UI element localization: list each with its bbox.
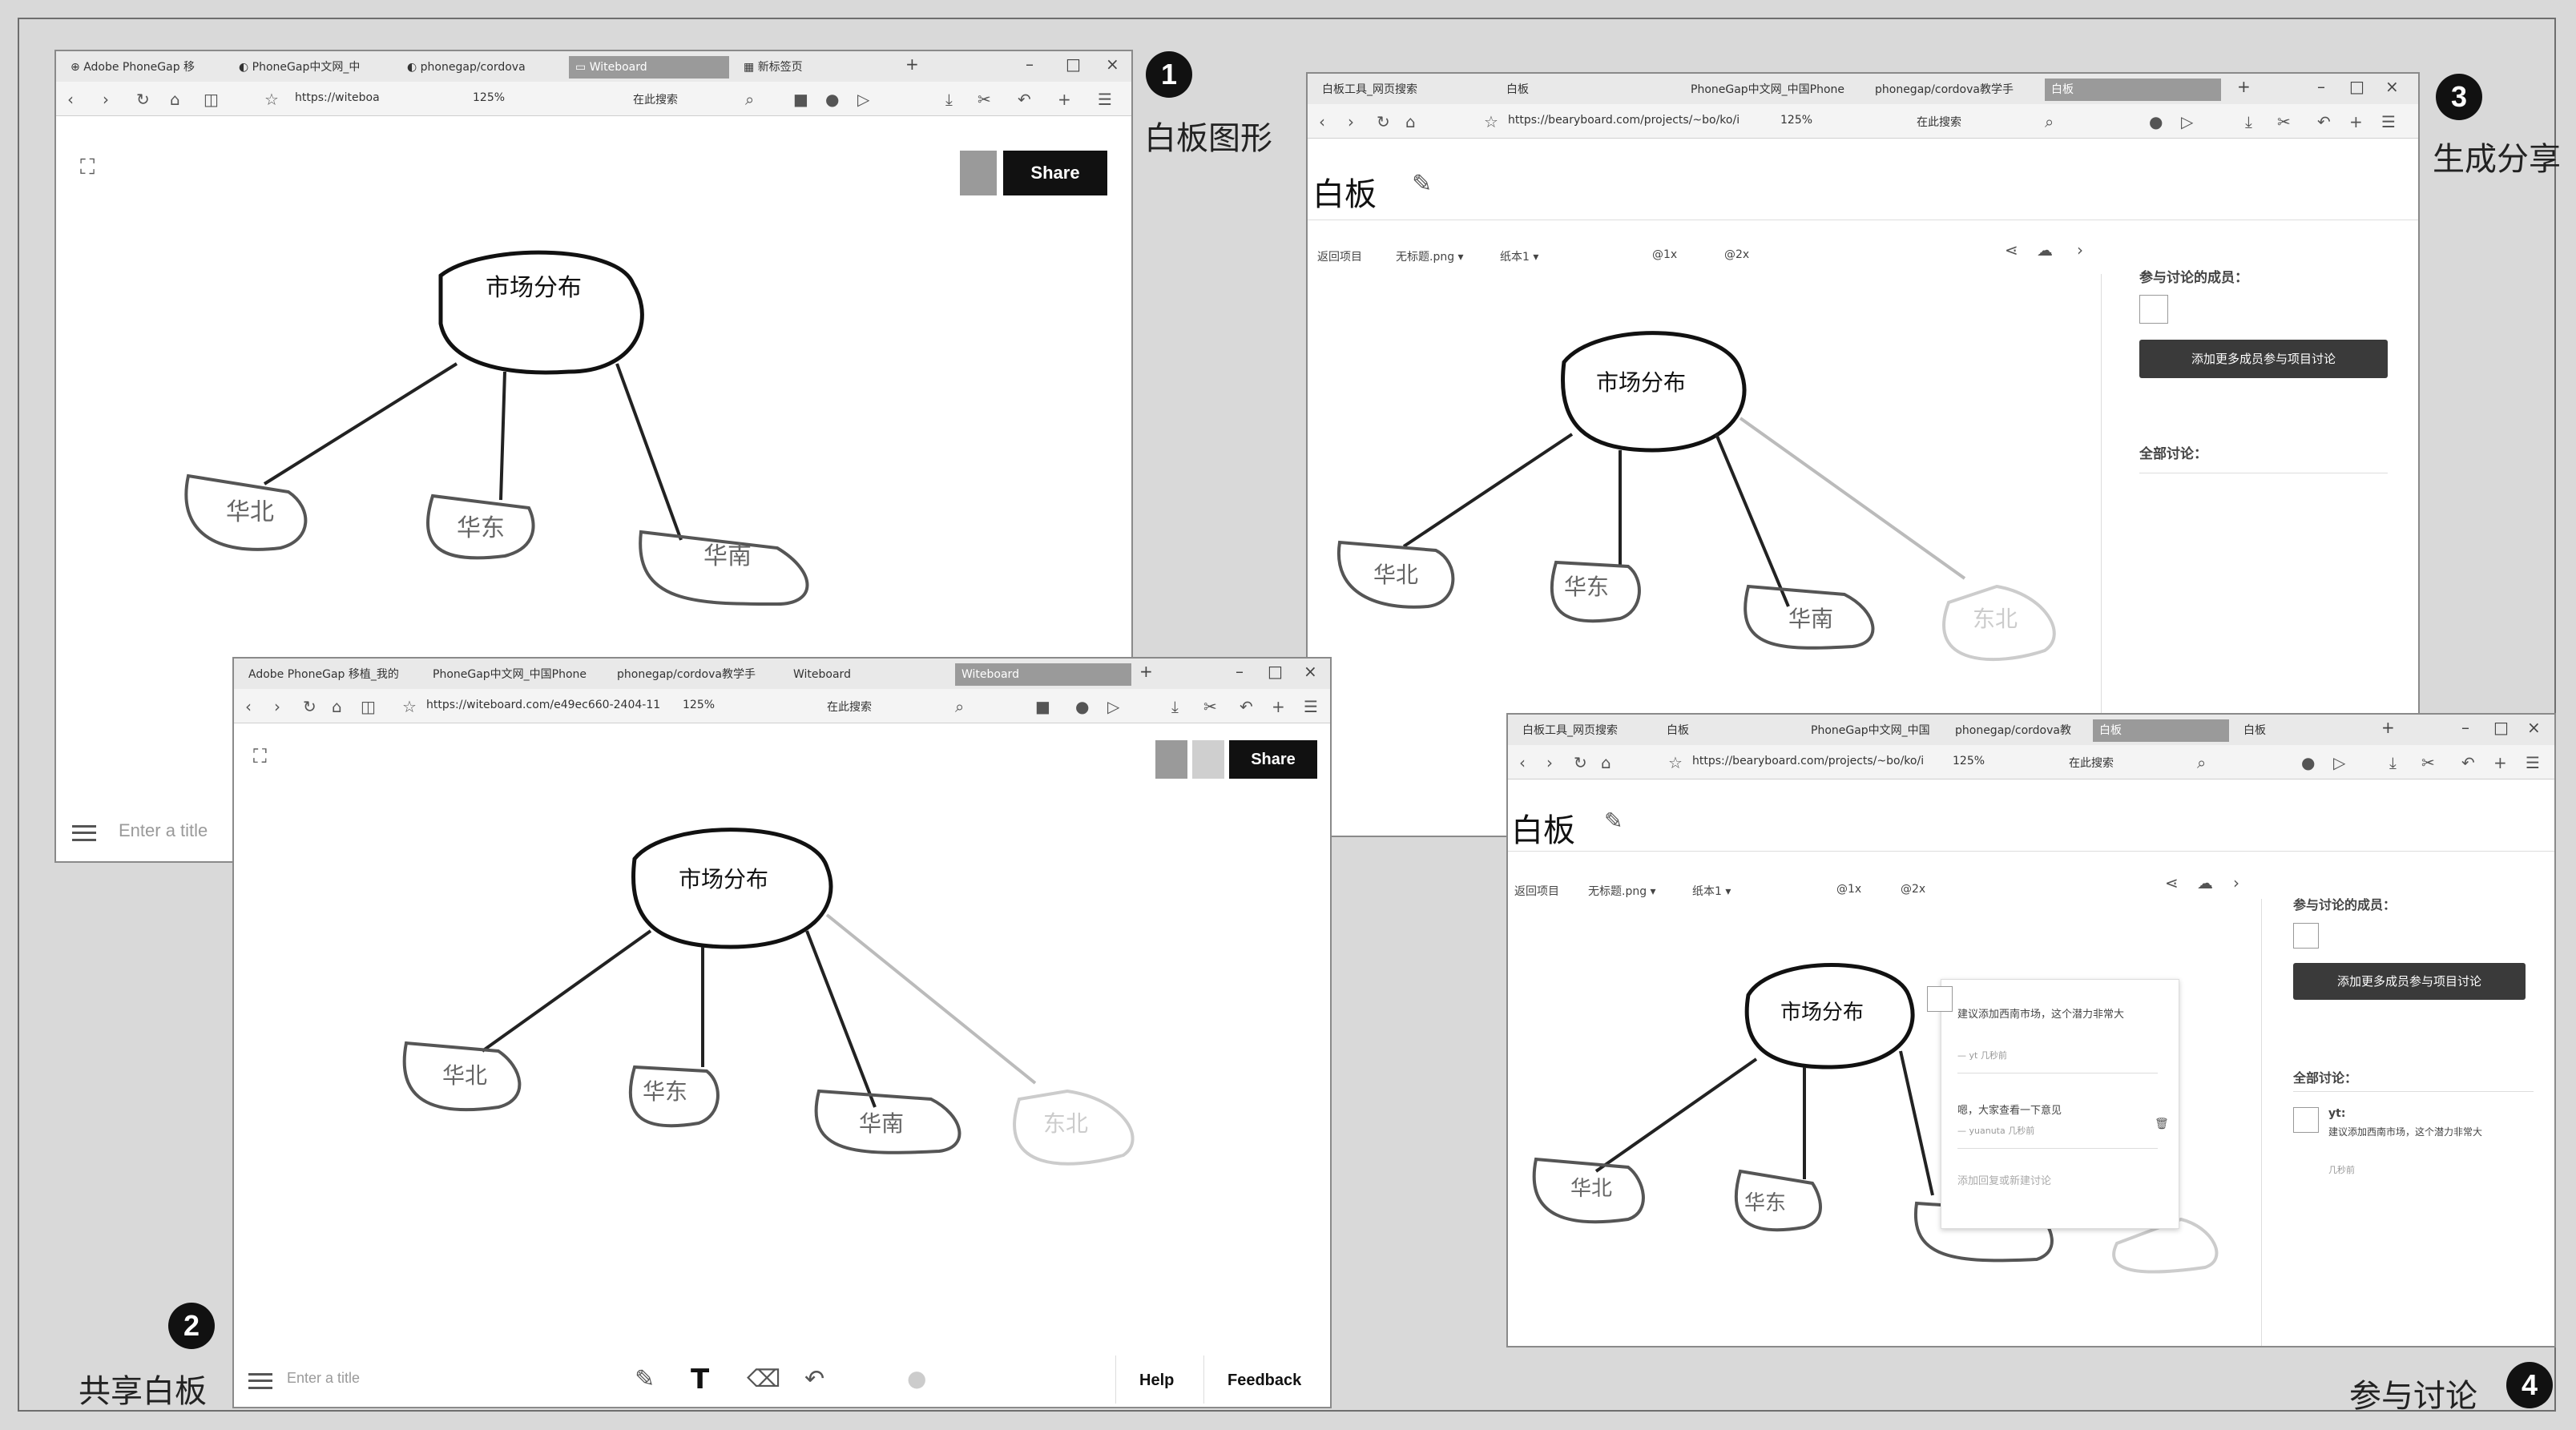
new-tab-icon[interactable]: + (2237, 77, 2251, 96)
members-label: 参与讨论的成员： (2139, 270, 2248, 286)
new-tab-icon[interactable]: + (2381, 718, 2395, 737)
bearyboard-window-discuss: 白板工具_网页搜索 白板 PhoneGap中文网_中国 phonegap/cor… (1506, 713, 2556, 1347)
node-south: 华南 (1788, 606, 1833, 632)
cut-icon[interactable]: ✂ (2277, 112, 2291, 131)
sidebar-comment-user: yt: (2328, 1107, 2346, 1120)
delete-icon[interactable]: 🗑 (2155, 1118, 2169, 1130)
divider (1203, 1355, 1204, 1404)
close-icon[interactable]: × (2385, 77, 2399, 96)
sidebar-comment-text: 建议添加西南市场，这个潜力非常大 (2328, 1126, 2483, 1138)
color-dot-icon[interactable]: ● (907, 1365, 926, 1392)
step-badge-4: 4 (2506, 1362, 2553, 1408)
node-center: 市场分布 (679, 866, 768, 892)
pencil-icon[interactable]: ✎ (635, 1365, 655, 1393)
divider (2293, 1091, 2534, 1092)
reply-input[interactable]: 添加回复或新建讨论 (1957, 1172, 2051, 1187)
node-south: 华南 (703, 542, 752, 570)
node-center: 市场分布 (1596, 369, 1686, 396)
help-button[interactable]: Help (1139, 1372, 1174, 1390)
sidebar-divider (2261, 899, 2262, 1346)
undo-icon[interactable]: ↶ (2317, 112, 2331, 131)
discussion-label: 全部讨论： (2139, 446, 2207, 462)
sidebar-comment-avatar (2293, 1107, 2319, 1133)
feedback-button[interactable]: Feedback (1228, 1372, 1301, 1390)
popup-avatar (1927, 986, 1953, 1012)
undo-icon[interactable]: ↶ (804, 1365, 824, 1393)
divider (1957, 1148, 2158, 1149)
member-avatar (2139, 295, 2168, 324)
eraser-icon[interactable]: ⌫ (747, 1365, 780, 1393)
title-input[interactable]: Enter a title (287, 1370, 360, 1387)
node-east: 华东 (643, 1078, 687, 1105)
undo-icon[interactable]: ↶ (2461, 753, 2475, 772)
node-north: 华北 (226, 498, 274, 526)
node-north: 华北 (1570, 1177, 1612, 1201)
comment-meta: — yuanuta 几秒前 (1957, 1126, 2035, 1136)
download-icon[interactable]: ⤓ (2245, 112, 2252, 131)
play-icon[interactable]: ▷ (2181, 112, 2193, 131)
step-label-3: 生成分享 (2433, 141, 2561, 178)
step-badge-1: 1 (1146, 51, 1192, 98)
title-input[interactable]: Enter a title (119, 820, 208, 841)
add-members-button[interactable]: 添加更多成员参与项目讨论 (2139, 340, 2388, 378)
menu-icon[interactable]: ☰ (2526, 753, 2540, 772)
play-icon[interactable]: ▷ (2333, 753, 2345, 772)
add-members-button[interactable]: 添加更多成员参与项目讨论 (2293, 963, 2526, 1000)
minimize-icon[interactable]: – (2317, 77, 2325, 96)
node-northeast: 东北 (1973, 606, 2018, 632)
node-north: 华北 (1373, 562, 1418, 588)
maximize-icon[interactable]: □ (2493, 718, 2509, 737)
comment-text: 嗯，大家查看一下意见 (1957, 1105, 2062, 1117)
node-south: 华南 (859, 1110, 904, 1137)
close-icon[interactable]: × (2527, 718, 2541, 737)
node-north: 华北 (442, 1062, 487, 1089)
step-label-4: 参与讨论 (2349, 1378, 2477, 1415)
node-center: 市场分布 (1780, 1001, 1864, 1025)
maximize-icon[interactable]: □ (2349, 77, 2364, 96)
node-east: 华东 (1744, 1191, 1786, 1215)
menu-icon[interactable] (72, 825, 96, 841)
add-icon[interactable]: + (2349, 112, 2363, 131)
node-center: 市场分布 (486, 274, 582, 302)
text-tool-icon[interactable]: T (691, 1364, 709, 1396)
comment-popup: 建议添加西南市场，这个潜力非常大 — yt 几秒前 嗯，大家查看一下意见 — y… (1927, 979, 2179, 1229)
record-icon[interactable]: ● (2149, 112, 2163, 131)
step-label-2: 共享白板 (79, 1373, 207, 1410)
add-icon[interactable]: + (2493, 753, 2507, 772)
cut-icon[interactable]: ✂ (2421, 753, 2435, 772)
comment-text: 建议添加西南市场，这个潜力非常大 (1957, 1009, 2125, 1021)
discussion-label: 全部讨论： (2293, 1070, 2358, 1086)
members-label: 参与讨论的成员： (2293, 897, 2397, 912)
step-badge-2: 2 (168, 1303, 215, 1349)
divider (1957, 1073, 2158, 1074)
mindmap-canvas[interactable]: 市场分布 华北 华东 华南 东北 (234, 659, 1332, 1408)
node-east: 华东 (1564, 574, 1609, 600)
node-east: 华东 (457, 514, 505, 542)
step-label-1: 白板图形 (1144, 120, 1272, 157)
divider (1115, 1355, 1116, 1404)
minimize-icon[interactable]: – (2461, 718, 2469, 737)
member-avatar (2293, 923, 2319, 949)
node-northeast: 东北 (1043, 1110, 1088, 1137)
download-icon[interactable]: ⤓ (2389, 753, 2397, 772)
menu-icon[interactable] (248, 1373, 272, 1389)
witeboard-window-2: Adobe PhoneGap 移植_我的 PhoneGap中文网_中国Phone… (232, 657, 1332, 1408)
step-badge-3: 3 (2436, 74, 2482, 120)
menu-icon[interactable]: ☰ (2381, 112, 2396, 131)
sidebar-comment-time: 几秒前 (2328, 1165, 2355, 1175)
record-icon[interactable]: ● (2301, 753, 2315, 772)
comment-meta: — yt 几秒前 (1957, 1050, 2007, 1061)
